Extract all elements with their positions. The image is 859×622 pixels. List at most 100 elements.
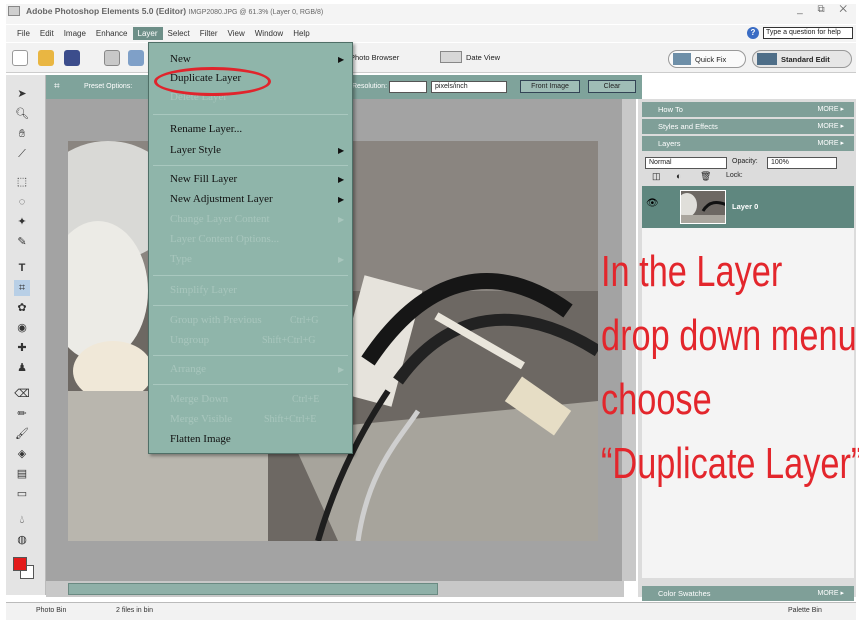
window-controls[interactable]: _ ⧉ ✕ bbox=[797, 4, 853, 15]
menu-merge-down: Merge Down bbox=[170, 393, 229, 405]
red-eye-tool-icon[interactable]: ◉ bbox=[14, 320, 30, 336]
paint-bucket-tool-icon[interactable]: ◈ bbox=[14, 446, 30, 462]
eraser-tool-icon[interactable]: ⌫ bbox=[14, 386, 30, 402]
lasso-tool-icon[interactable]: ◌ bbox=[14, 194, 30, 210]
preset-options-label: Preset Options: bbox=[84, 83, 133, 90]
photo-bin-label: Photo Bin bbox=[36, 607, 67, 614]
menu-merge-visible: Merge Visible bbox=[170, 413, 233, 425]
adjustment-layer-icon[interactable]: ◐ bbox=[676, 171, 681, 181]
eyedropper-tool-icon[interactable]: ⟋ bbox=[14, 146, 30, 162]
menu-flatten-image[interactable]: Flatten Image bbox=[170, 433, 231, 445]
menu-edit[interactable]: Edit bbox=[35, 27, 59, 40]
marquee-tool-icon[interactable]: ⬚ bbox=[14, 174, 30, 190]
styles-effects-palette-header[interactable]: Styles and Effects MORE ▸ bbox=[642, 119, 854, 134]
menu-view[interactable]: View bbox=[223, 27, 250, 40]
brush-tool-icon[interactable]: 🖌︎ bbox=[14, 426, 30, 442]
blur-tool-icon[interactable]: 💧︎ bbox=[14, 512, 30, 528]
clone-stamp-tool-icon[interactable]: ♟ bbox=[14, 360, 30, 376]
menu-window[interactable]: Window bbox=[250, 27, 288, 40]
hand-tool-icon[interactable]: ✋︎ bbox=[14, 126, 30, 142]
menu-group-with-previous: Group with Previous bbox=[170, 314, 262, 326]
menu-filter[interactable]: Filter bbox=[195, 27, 223, 40]
instruction-annotation: In the Layer drop down menu, choose “Dup… bbox=[601, 240, 859, 496]
menu-enhance[interactable]: Enhance bbox=[91, 27, 133, 40]
menu-new-fill-layer[interactable]: New Fill Layer bbox=[170, 173, 237, 185]
styles-more-button[interactable]: MORE ▸ bbox=[818, 119, 844, 134]
menu-layer-style[interactable]: Layer Style bbox=[170, 144, 221, 156]
pencil-tool-icon[interactable]: ✏ bbox=[14, 406, 30, 422]
standard-edit-label: Standard Edit bbox=[781, 54, 830, 64]
clear-button[interactable]: Clear bbox=[588, 80, 636, 93]
cookie-cutter-tool-icon[interactable]: ✿ bbox=[14, 300, 30, 316]
units-select[interactable]: pixels/inch bbox=[431, 81, 507, 93]
magic-wand-tool-icon[interactable]: ✦ bbox=[14, 214, 30, 230]
submenu-arrow-icon: ▶ bbox=[338, 55, 345, 64]
quick-fix-icon bbox=[673, 53, 691, 65]
crop-tool-selected-icon[interactable]: ⌗ bbox=[14, 280, 30, 296]
menu-new-adjustment-layer[interactable]: New Adjustment Layer bbox=[170, 193, 273, 205]
healing-brush-tool-icon[interactable]: ✚ bbox=[14, 340, 30, 356]
standard-edit-button[interactable]: Standard Edit bbox=[752, 50, 852, 68]
resolution-input[interactable] bbox=[389, 81, 427, 93]
opacity-label: Opacity: bbox=[732, 158, 758, 165]
selection-brush-tool-icon[interactable]: ✎ bbox=[14, 234, 30, 250]
share-icon[interactable] bbox=[128, 50, 144, 66]
opacity-input[interactable]: 100% bbox=[767, 157, 837, 169]
help-search-input[interactable]: Type a question for help bbox=[763, 27, 853, 39]
styles-effects-label: Styles and Effects bbox=[658, 122, 718, 131]
eye-icon[interactable]: 👁︎ bbox=[646, 198, 659, 209]
color-swatches-label: Color Swatches bbox=[658, 589, 711, 598]
layers-more-button[interactable]: MORE ▸ bbox=[818, 136, 844, 151]
how-to-palette-header[interactable]: How To MORE ▸ bbox=[642, 102, 854, 117]
menu-change-layer-content: Change Layer Content bbox=[170, 213, 270, 225]
print-icon[interactable] bbox=[104, 50, 120, 66]
menu-separator bbox=[153, 384, 348, 385]
menu-select[interactable]: Select bbox=[163, 27, 195, 40]
color-swatches-palette-header[interactable]: Color Swatches MORE ▸ bbox=[642, 586, 854, 601]
menu-file[interactable]: File bbox=[12, 27, 35, 40]
palette-bin-toggle[interactable]: Palette Bin bbox=[788, 607, 822, 614]
how-to-label: How To bbox=[658, 105, 683, 114]
menu-layer[interactable]: Layer bbox=[132, 27, 163, 40]
save-icon[interactable] bbox=[64, 50, 80, 66]
date-view-label: Date View bbox=[466, 52, 501, 62]
annotation-line-1: In the Layer bbox=[601, 247, 783, 296]
crop-tool-icon[interactable]: ⌗ bbox=[54, 81, 68, 93]
submenu-arrow-icon: ▶ bbox=[338, 195, 345, 204]
type-tool-icon[interactable]: T bbox=[14, 260, 30, 276]
how-to-more-button[interactable]: MORE ▸ bbox=[818, 102, 844, 117]
foreground-color-swatch[interactable] bbox=[13, 557, 27, 571]
front-image-button[interactable]: Front Image bbox=[520, 80, 580, 93]
palette-bin-label: Palette Bin bbox=[788, 607, 822, 614]
menu-separator bbox=[153, 165, 348, 166]
menu-image[interactable]: Image bbox=[59, 27, 91, 40]
horizontal-scroll-thumb[interactable] bbox=[68, 583, 438, 595]
date-view-button[interactable]: Date View bbox=[440, 51, 500, 63]
menu-new[interactable]: New bbox=[170, 53, 191, 65]
quick-fix-label: Quick Fix bbox=[695, 54, 727, 64]
menu-rename-layer[interactable]: Rename Layer... bbox=[170, 123, 242, 135]
new-layer-icon[interactable]: ◫ bbox=[652, 171, 661, 182]
quick-fix-button[interactable]: Quick Fix bbox=[668, 50, 746, 68]
date-view-icon bbox=[440, 51, 462, 63]
open-folder-icon[interactable] bbox=[38, 50, 54, 66]
zoom-tool-icon[interactable]: 🔍︎ bbox=[14, 106, 30, 122]
blend-mode-select[interactable]: Normal bbox=[645, 157, 727, 169]
sponge-tool-icon[interactable]: ◍ bbox=[14, 532, 30, 548]
layers-palette-header[interactable]: Layers MORE ▸ bbox=[642, 136, 854, 151]
menu-help[interactable]: Help bbox=[288, 27, 314, 40]
submenu-arrow-icon: ▶ bbox=[338, 365, 345, 374]
photo-browser-label: Photo Browser bbox=[350, 52, 400, 62]
swatches-more-button[interactable]: MORE ▸ bbox=[818, 586, 844, 601]
menu-simplify-layer: Simplify Layer bbox=[170, 284, 237, 296]
gradient-tool-icon[interactable]: ▤ bbox=[14, 466, 30, 482]
photo-bin-toggle[interactable]: Photo Bin bbox=[36, 607, 66, 614]
shape-tool-icon[interactable]: ▭ bbox=[14, 486, 30, 502]
trash-icon[interactable]: 🗑︎ bbox=[700, 171, 711, 182]
move-tool-icon[interactable]: ➤ bbox=[14, 86, 30, 102]
app-icon bbox=[8, 6, 20, 16]
new-file-icon[interactable] bbox=[12, 50, 28, 66]
help-icon[interactable]: ? bbox=[747, 27, 759, 39]
resolution-label: Resolution: bbox=[352, 83, 388, 90]
merge-down-shortcut: Ctrl+E bbox=[292, 394, 320, 405]
